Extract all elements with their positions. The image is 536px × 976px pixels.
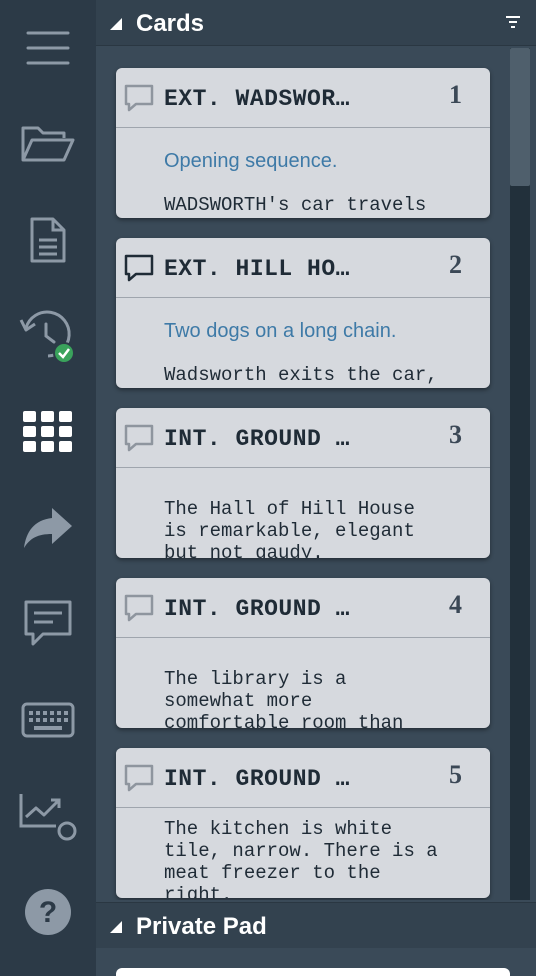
card-title: INT. GROUND … (164, 426, 350, 452)
cards-list[interactable]: EXT. WADSWOR… 1 Opening sequence. WADSWO… (96, 48, 510, 900)
share-button[interactable] (0, 488, 96, 568)
card-header: INT. GROUND … 3 (116, 408, 490, 468)
help-button[interactable]: ? (0, 872, 96, 952)
card-header: INT. GROUND … 4 (116, 578, 490, 638)
reports-button[interactable] (0, 776, 96, 856)
card-number: 3 (449, 420, 462, 449)
private-pad-textarea[interactable] (116, 968, 510, 976)
icon-sidebar: ? (0, 0, 96, 976)
card-title: INT. GROUND … (164, 596, 350, 622)
card-title: EXT. HILL HO… (164, 256, 350, 282)
comment-icon (24, 600, 72, 646)
private-pad-title: Private Pad (136, 913, 267, 940)
comment-outline-icon[interactable] (124, 424, 154, 452)
keyboard-button[interactable] (0, 680, 96, 760)
share-arrow-icon (24, 508, 72, 548)
card-header: EXT. HILL HO… 2 (116, 238, 490, 298)
card-1[interactable]: EXT. WADSWOR… 1 Opening sequence. WADSWO… (116, 68, 490, 218)
script-button[interactable] (0, 200, 96, 280)
card-4[interactable]: INT. GROUND … 4 The library is a somewha… (116, 578, 490, 728)
hamburger-menu-icon (26, 31, 70, 65)
open-button[interactable] (0, 104, 96, 184)
keyboard-icon (21, 702, 75, 738)
card-number: 4 (449, 590, 462, 619)
cards-button[interactable] (0, 392, 96, 472)
filter-icon[interactable] (506, 16, 520, 28)
history-saved-icon (19, 310, 75, 364)
card-title: EXT. WADSWOR… (164, 86, 350, 112)
menu-button[interactable] (0, 8, 96, 88)
comment-outline-icon[interactable] (124, 764, 154, 792)
stats-chart-icon (19, 794, 77, 841)
cards-panel-title: Cards (136, 10, 205, 37)
card-body: The kitchen is white tile, narrow. There… (164, 818, 438, 898)
comment-outline-icon[interactable] (124, 84, 154, 112)
comments-button[interactable] (0, 584, 96, 664)
grid-cards-icon (23, 411, 72, 452)
cards-panel-header[interactable]: Cards (96, 0, 536, 46)
card-3[interactable]: INT. GROUND … 3 The Hall of Hill House i… (116, 408, 490, 558)
cards-scrollbar-thumb[interactable] (510, 48, 530, 186)
history-button[interactable] (0, 296, 96, 376)
private-pad-header[interactable]: Private Pad (96, 902, 536, 948)
collapse-triangle-icon[interactable] (110, 921, 122, 933)
cards-panel: Cards EXT. WADSWOR… 1 Opening sequence. … (96, 0, 536, 976)
document-icon (30, 217, 66, 263)
comment-outline-icon[interactable] (124, 594, 154, 622)
card-body: Wadsworth exits the car, (164, 364, 438, 386)
card-title: INT. GROUND … (164, 766, 350, 792)
card-number: 2 (449, 250, 462, 279)
collapse-triangle-icon[interactable] (110, 18, 122, 30)
card-2[interactable]: EXT. HILL HO… 2 Two dogs on a long chain… (116, 238, 490, 388)
card-body: The Hall of Hill House is remarkable, el… (164, 498, 415, 558)
help-icon: ? (25, 889, 71, 935)
card-header: EXT. WADSWOR… 1 (116, 68, 490, 128)
comment-outline-icon[interactable] (124, 254, 154, 282)
card-number: 1 (449, 80, 462, 109)
card-body: WADSWORTH's car travels (164, 194, 427, 216)
card-synopsis: Opening sequence. (164, 150, 338, 172)
card-number: 5 (449, 760, 462, 789)
svg-text:?: ? (39, 896, 57, 929)
card-header: INT. GROUND … 5 (116, 748, 490, 808)
card-5[interactable]: The kitchen is white tile, narrow. There… (116, 748, 490, 898)
card-synopsis: Two dogs on a long chain. (164, 320, 397, 342)
card-body: The library is a somewhat more comfortab… (164, 668, 404, 728)
folder-open-icon (21, 126, 75, 162)
